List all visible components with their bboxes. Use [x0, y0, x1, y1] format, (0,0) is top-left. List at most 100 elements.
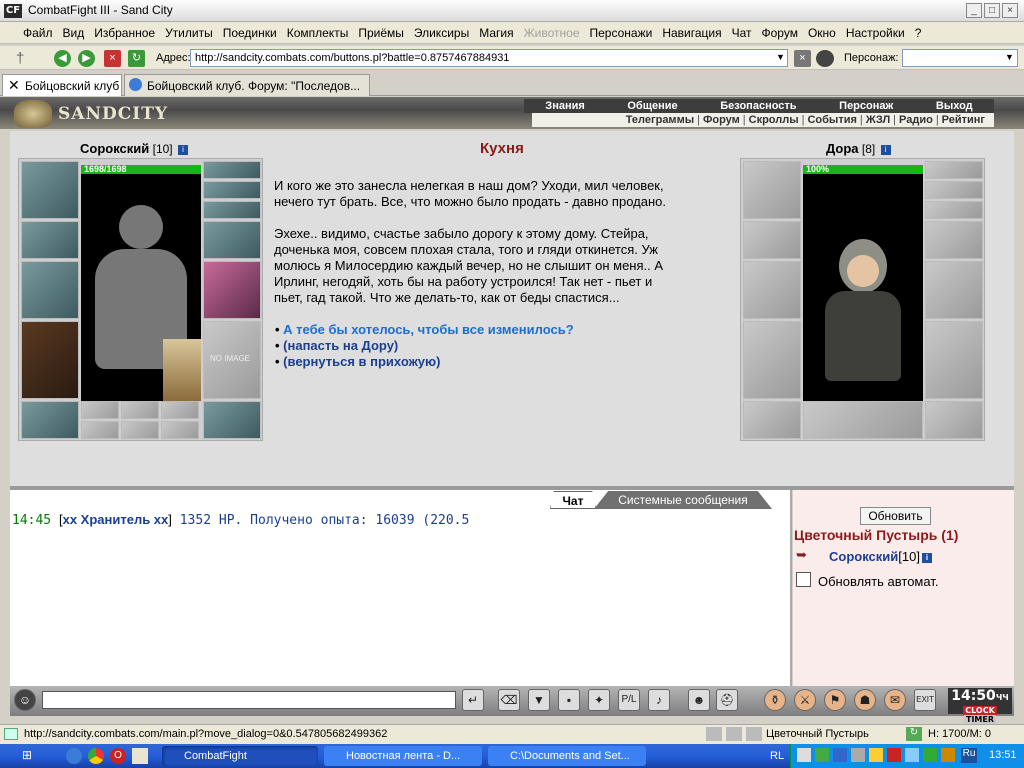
helmet-slot[interactable] — [21, 161, 79, 219]
auto-refresh-checkbox[interactable] — [796, 572, 811, 587]
tray-icon[interactable] — [815, 748, 829, 762]
dialog-option-attack[interactable]: • (напасть на Дору) — [275, 338, 398, 354]
status-refresh-icon[interactable]: ↻ — [906, 727, 922, 741]
menu-item[interactable]: Чат — [727, 26, 757, 40]
menu-item[interactable]: Эликсиры — [409, 26, 474, 40]
nav-exit[interactable]: Выход — [936, 100, 973, 112]
skills-icon[interactable]: ⚔ — [794, 689, 816, 711]
bracers-slot[interactable] — [21, 221, 79, 259]
friends-icon[interactable]: ☗ — [854, 689, 876, 711]
status-notes-icon[interactable] — [726, 727, 742, 741]
forward-icon[interactable]: ▶ — [78, 50, 95, 67]
refresh-icon[interactable]: ↻ — [128, 50, 145, 67]
menu-item[interactable]: Комплекты — [282, 26, 354, 40]
filter-icon[interactable]: ▼ — [528, 689, 550, 711]
taskbar-task-combatfight[interactable]: CombatFight — [162, 746, 318, 766]
map-icon[interactable]: ⚑ — [824, 689, 846, 711]
menu-item[interactable]: Окно — [803, 26, 841, 40]
info-icon[interactable]: i — [880, 144, 891, 155]
save-log-icon[interactable]: ▪ — [558, 689, 580, 711]
chat-author[interactable]: хх Хранитель хх — [63, 512, 169, 527]
refresh-button[interactable]: Обновить — [860, 507, 931, 525]
subnav-scrolls[interactable]: Скроллы — [746, 114, 802, 126]
offhand-slot[interactable] — [203, 261, 261, 319]
tab-fight-club[interactable]: ✕ Бойцовский клуб — [2, 74, 122, 96]
info-icon[interactable]: i — [921, 552, 932, 563]
maximize-icon[interactable]: □ — [984, 3, 1000, 18]
chrome-quicklaunch-icon[interactable] — [88, 748, 104, 764]
sound-icon[interactable]: ♪ — [648, 689, 670, 711]
inventory-icon[interactable]: ⚱ — [764, 689, 786, 711]
tray-icon[interactable] — [851, 748, 865, 762]
tray-icon[interactable] — [905, 748, 919, 762]
clear-icon[interactable]: × — [794, 50, 811, 67]
option-text[interactable]: (вернуться в прихожую) — [283, 354, 440, 369]
tray-icon[interactable] — [887, 748, 901, 762]
boots-slot[interactable] — [203, 401, 261, 439]
info-icon[interactable]: i — [177, 144, 188, 155]
subnav-forum[interactable]: Форум — [700, 114, 743, 126]
tray-icon[interactable] — [869, 748, 883, 762]
opera-quicklaunch-icon[interactable]: O — [110, 748, 126, 764]
location-player-name[interactable]: Сорокский — [829, 549, 898, 564]
menu-item[interactable]: Файл — [18, 26, 58, 40]
rune-slot-5[interactable] — [121, 421, 159, 439]
rune-slot-6[interactable] — [161, 421, 199, 439]
rune-slot-4[interactable] — [81, 421, 119, 439]
tray-icon[interactable] — [833, 748, 847, 762]
minimize-icon[interactable]: _ — [966, 3, 982, 18]
start-windows-icon[interactable]: ⊞ — [22, 748, 42, 764]
nav-knowledge[interactable]: Знания — [545, 100, 584, 112]
helmet-icon[interactable]: ⛑ — [716, 689, 738, 711]
menu-item[interactable]: Избранное — [89, 26, 160, 40]
taskbar-lang-left[interactable]: RL — [770, 750, 784, 762]
exit-icon[interactable]: EXIT — [914, 689, 936, 711]
menu-item[interactable]: Персонажи — [585, 26, 658, 40]
clear-chat-icon[interactable]: ⌫ — [498, 689, 520, 711]
rings-slot[interactable] — [203, 201, 261, 219]
clock-tab[interactable]: CLOCK — [963, 706, 997, 715]
close-icon[interactable]: × — [1002, 3, 1018, 18]
timer-tab[interactable]: TIMER — [963, 715, 997, 724]
menu-item[interactable]: Вид — [58, 26, 90, 40]
tab-chat[interactable]: Чат — [550, 491, 596, 509]
stop-icon[interactable]: × — [104, 50, 121, 67]
fighters-icon[interactable]: ✦ — [588, 689, 610, 711]
rune-slot-3[interactable] — [161, 401, 199, 419]
person-select[interactable]: ▼ — [902, 49, 1018, 67]
belt-slot[interactable] — [21, 401, 79, 439]
people-icon[interactable] — [816, 50, 834, 67]
menu-item[interactable]: Приёмы — [353, 26, 409, 40]
subnav-rating[interactable]: Рейтинг — [939, 114, 988, 126]
dialog-option-change[interactable]: • А тебе бы хотелось, чтобы все изменило… — [275, 322, 574, 338]
tray-icon[interactable] — [797, 748, 811, 762]
armor-slot[interactable] — [21, 321, 79, 399]
send-icon[interactable]: ↵ — [462, 689, 484, 711]
rune-slot-2[interactable] — [121, 401, 159, 419]
option-text[interactable]: (напасть на Дору) — [283, 338, 398, 353]
pin-icon[interactable]: † — [16, 50, 24, 67]
nav-character[interactable]: Персонаж — [839, 100, 893, 112]
private-local-icon[interactable]: P/L — [618, 689, 640, 711]
option-text[interactable]: А тебе бы хотелось, чтобы все изменилось… — [283, 322, 573, 337]
status-clock-icon[interactable] — [706, 727, 722, 741]
chat-mode-icon[interactable]: ☺ — [14, 689, 36, 711]
player-avatar[interactable]: 1698/1698 — [81, 165, 201, 401]
nav-security[interactable]: Безопасность — [720, 100, 796, 112]
subnav-telegrams[interactable]: Телеграммы — [623, 114, 697, 126]
gloves-slot[interactable] — [203, 221, 261, 259]
chevron-down-icon[interactable]: ▼ — [776, 52, 785, 62]
npc-name[interactable]: Дора — [826, 141, 859, 156]
owl-pet-icon[interactable] — [163, 339, 201, 401]
back-icon[interactable]: ◀ — [54, 50, 71, 67]
smiley-icon[interactable]: ☻ — [688, 689, 710, 711]
nav-communication[interactable]: Общение — [627, 100, 677, 112]
weapon-slot[interactable] — [21, 261, 79, 319]
shield-slot[interactable]: NO IMAGE — [203, 321, 261, 399]
menu-item[interactable]: Магия — [474, 26, 518, 40]
dialog-option-return[interactable]: • (вернуться в прихожую) — [275, 354, 440, 370]
menu-item[interactable]: ? — [910, 26, 927, 40]
menu-item[interactable]: Навигация — [657, 26, 726, 40]
menu-item[interactable]: Поединки — [218, 26, 282, 40]
ie-quicklaunch-icon[interactable] — [66, 748, 82, 764]
